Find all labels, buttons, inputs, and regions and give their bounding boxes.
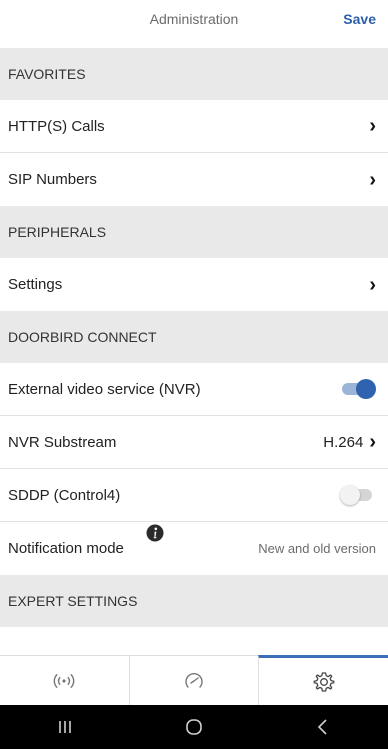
section-header-doorbird-connect: DOORBIRD CONNECT [0, 311, 388, 363]
back-button[interactable] [259, 705, 388, 749]
settings-row[interactable]: Settings › [0, 258, 388, 311]
section-header-peripherals: PERIPHERALS [0, 206, 388, 258]
external-video-label: External video service (NVR) [8, 380, 201, 398]
section-header-expert-settings: EXPERT SETTINGS [0, 575, 388, 627]
sddp-row: SDDP (Control4) [0, 469, 388, 522]
notification-mode-row[interactable]: Notification mode New and old version [0, 522, 388, 575]
app-header: Administration Save [0, 0, 388, 42]
home-icon [186, 719, 202, 735]
http-calls-label: HTTP(S) Calls [8, 117, 105, 135]
broadcast-icon [53, 673, 75, 689]
nvr-substream-value-group: H.264 › [323, 432, 376, 452]
recent-apps-button[interactable] [0, 705, 129, 749]
recent-apps-icon [58, 721, 71, 733]
sip-numbers-row[interactable]: SIP Numbers › [0, 153, 388, 206]
settings-label: Settings [8, 276, 63, 293]
bottom-tab-bar [0, 655, 388, 706]
toggle-knob [340, 485, 360, 505]
notification-mode-label: Notification mode [8, 540, 124, 557]
sddp-label: SDDP (Control4) [8, 486, 121, 504]
back-icon [318, 719, 327, 735]
chevron-right-icon: › [369, 431, 376, 453]
chevron-right-icon: › [369, 168, 376, 191]
nvr-substream-value: H.264 [323, 433, 364, 451]
section-header-favorites: FAVORITES [0, 48, 388, 100]
chevron-right-icon: › [369, 115, 376, 137]
settings-list: FAVORITES HTTP(S) Calls › SIP Numbers › … [0, 48, 388, 627]
notification-mode-label-group: Notification mode [8, 524, 164, 557]
gear-icon [313, 672, 335, 692]
info-icon[interactable] [146, 524, 164, 542]
system-nav-bar [0, 705, 388, 749]
sddp-toggle[interactable] [340, 485, 376, 505]
nvr-substream-row[interactable]: NVR Substream H.264 › [0, 416, 388, 469]
save-button[interactable]: Save [343, 11, 376, 27]
chevron-right-icon: › [369, 273, 376, 296]
page-title: Administration [149, 11, 239, 27]
gauge-icon [185, 673, 203, 688]
tab-history[interactable] [128, 656, 259, 706]
sip-numbers-label: SIP Numbers [8, 171, 97, 188]
notification-mode-value: New and old version [258, 541, 376, 556]
home-button[interactable] [129, 705, 258, 749]
http-calls-row[interactable]: HTTP(S) Calls › [0, 100, 388, 153]
tab-live[interactable] [0, 656, 129, 706]
external-video-toggle[interactable] [340, 379, 376, 399]
toggle-knob [356, 379, 376, 399]
nvr-substream-label: NVR Substream [8, 433, 117, 451]
tab-settings[interactable] [258, 655, 388, 706]
external-video-row: External video service (NVR) [0, 363, 388, 416]
